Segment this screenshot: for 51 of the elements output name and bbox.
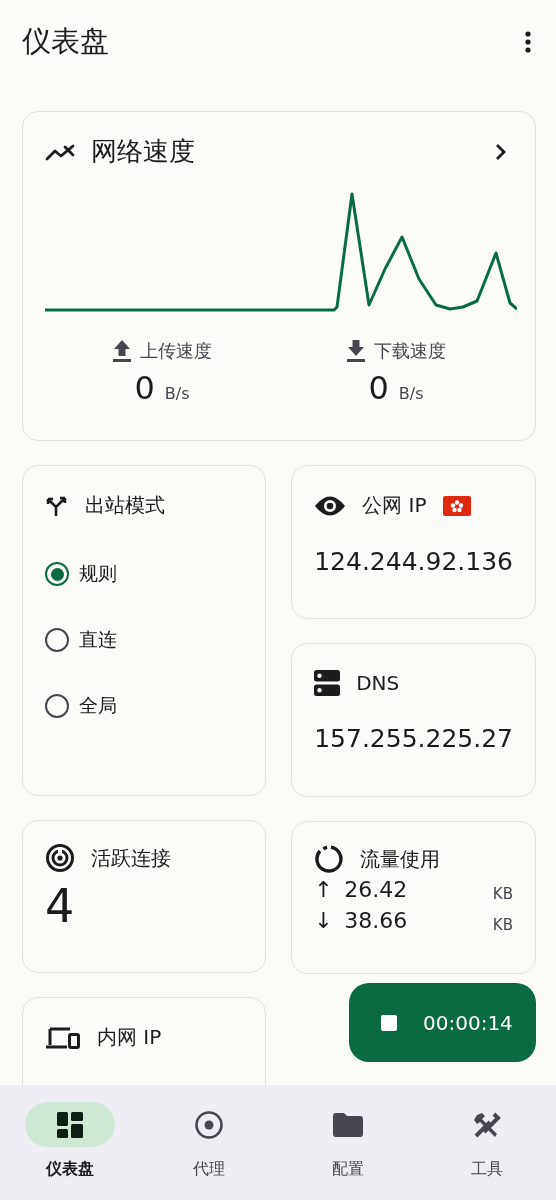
folder-icon (332, 1112, 363, 1137)
target-icon (193, 1109, 224, 1140)
nav-tab[interactable]: 配置 (278, 1085, 417, 1200)
flag-icon (442, 495, 471, 516)
radar-icon (45, 843, 75, 873)
mode-option[interactable]: 规则 (45, 561, 244, 587)
arrow-glyph: ↓ (314, 908, 334, 933)
tools-icon (472, 1110, 501, 1139)
radio-button[interactable] (45, 694, 69, 718)
traffic-unit: KB (492, 915, 513, 934)
stop-timer-button[interactable]: 00:00:14 (349, 983, 536, 1062)
nav-tab[interactable]: 工具 (417, 1085, 556, 1200)
arrow-glyph: ↑ (314, 877, 334, 902)
card-title: DNS (356, 671, 400, 695)
card-title: 出站模式 (85, 492, 165, 519)
connection-count: 4 (45, 879, 76, 933)
server-icon (314, 670, 341, 696)
eye-icon (314, 494, 347, 517)
download-icon (346, 339, 366, 363)
network-speed-card[interactable]: 网络速度 上传速度 0 B/s 下载速度 0 B/s (22, 111, 536, 441)
speed-label: 上传速度 (140, 339, 212, 363)
card-title: 公网 IP (362, 492, 427, 519)
traffic-value: 26.42 (344, 877, 409, 902)
mode-option[interactable]: 全局 (45, 693, 244, 719)
trend-icon (45, 142, 75, 161)
card-title: 流量使用 (360, 845, 441, 873)
ring-icon (314, 844, 345, 874)
app-title: 仪表盘 (22, 23, 109, 60)
devices-icon (45, 1025, 81, 1050)
speed-unit: B/s (164, 384, 190, 403)
dns-value: 157.255.225.27 (314, 724, 513, 753)
stop-icon (381, 1014, 397, 1031)
traffic-unit: KB (492, 884, 513, 903)
speed-label: 下载速度 (374, 339, 446, 363)
dashboard-icon (56, 1111, 83, 1138)
nav-tab[interactable]: 代理 (139, 1085, 278, 1200)
upload-icon (112, 339, 132, 363)
more-menu-icon[interactable] (524, 30, 532, 54)
card-title: 网络速度 (91, 135, 196, 168)
radio-button[interactable] (45, 562, 69, 586)
speed-value: 0 (134, 369, 155, 407)
card-title: 活跃连接 (91, 844, 171, 872)
ip-value: 124.244.92.136 (314, 547, 513, 576)
traffic-value: 38.66 (344, 908, 409, 933)
mode-option[interactable]: 直连 (45, 627, 244, 653)
nav-tab[interactable]: 仪表盘 (0, 1085, 139, 1200)
radio-button[interactable] (45, 628, 69, 652)
speed-value: 0 (368, 369, 389, 407)
card-title: 内网 IP (97, 1024, 162, 1051)
chevron-right-icon[interactable] (495, 142, 507, 161)
speed-unit: B/s (398, 384, 424, 403)
